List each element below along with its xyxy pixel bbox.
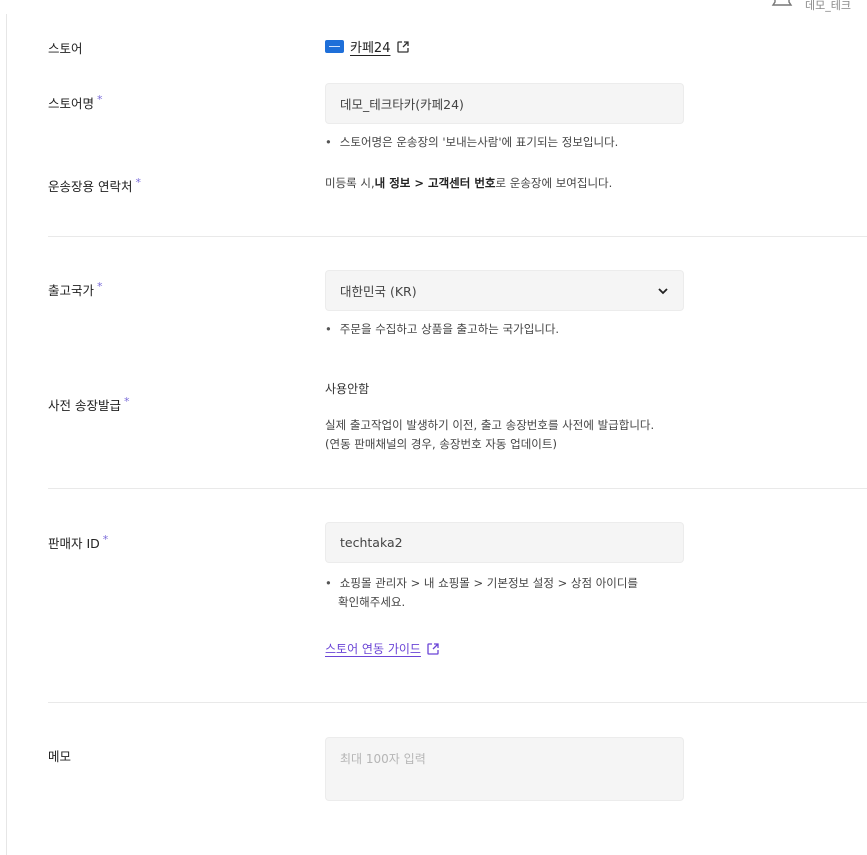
required-mark: * <box>123 395 130 408</box>
memo-field: 최대 100자 입력 <box>325 737 684 801</box>
seller-id-label: 판매자 ID * <box>48 533 109 551</box>
store-name-hint: • 스토어명은 운송장의 '보내는사람'에 표기되는 정보입니다. <box>325 135 619 149</box>
seller-id-field: techtaka2 <box>325 522 684 563</box>
store-link[interactable]: 카페24 <box>325 37 410 56</box>
store-guide: 스토어 연동 가이드 <box>325 640 440 657</box>
store-name-input[interactable]: 데모_테크타카(카페24) <box>325 83 684 124</box>
section-divider <box>48 488 867 489</box>
section-divider <box>48 702 867 703</box>
required-mark: * <box>97 93 103 106</box>
store-label: 스토어 <box>48 41 83 56</box>
memo-label: 메모 <box>48 749 72 764</box>
seller-id-input[interactable]: techtaka2 <box>325 522 684 563</box>
bell-icon[interactable] <box>771 0 793 8</box>
country-label: 출고국가 * <box>48 280 103 298</box>
country-hint: • 주문을 수집하고 상품을 출고하는 국가입니다. <box>325 322 560 336</box>
store-name-label: 스토어명 * <box>48 93 103 111</box>
external-link-icon[interactable] <box>426 642 440 656</box>
required-mark: * <box>97 280 103 293</box>
contact-label: 운송장용 연락처 * <box>48 176 141 194</box>
pre-invoice-status: 사용안함 <box>325 382 370 396</box>
store-name-field: 데모_테크타카(카페24) <box>325 83 684 124</box>
memo-textarea[interactable]: 최대 100자 입력 <box>325 737 684 801</box>
store-name[interactable]: 카페24 <box>350 37 390 56</box>
store-field: 카페24 <box>325 37 410 56</box>
store-guide-link[interactable]: 스토어 연동 가이드 <box>325 640 440 657</box>
pre-invoice-desc: 실제 출고작업이 발생하기 이전, 출고 송장번호를 사전에 발급합니다. (연… <box>325 418 655 451</box>
cafe24-logo-icon <box>325 40 344 53</box>
seller-id-hint: • 쇼핑몰 관리자 > 내 쇼핑몰 > 기본정보 설정 > 상점 아이디를 확인해… <box>325 576 639 609</box>
contact-text: 미등록 시,내 정보 > 고객센터 번호로 운송장에 보여집니다. <box>325 176 613 190</box>
pre-invoice-label: 사전 송장발급 * <box>48 395 130 413</box>
required-mark: * <box>135 176 141 189</box>
section-divider <box>48 236 867 237</box>
country-select[interactable]: 대한민국 (KR) <box>325 270 684 311</box>
required-mark: * <box>102 533 109 546</box>
chevron-down-icon <box>658 287 668 294</box>
user-name[interactable]: 데모_테크 <box>805 0 851 13</box>
top-bar: 데모_테크 <box>747 0 867 14</box>
external-link-icon[interactable] <box>396 40 410 54</box>
country-field: 대한민국 (KR) <box>325 270 684 311</box>
